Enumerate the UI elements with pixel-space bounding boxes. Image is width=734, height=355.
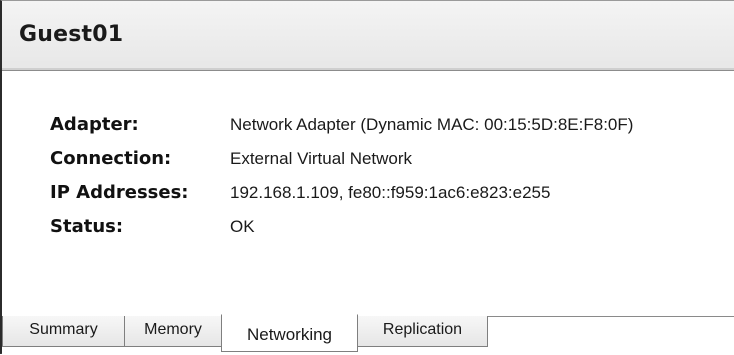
- vm-name-title: Guest01: [19, 22, 124, 47]
- networking-details: Adapter: Network Adapter (Dynamic MAC: 0…: [2, 71, 734, 316]
- detail-value: 192.168.1.109, fe80::f959:1ac6:e823:e255: [230, 183, 551, 202]
- detail-label: IP Addresses:: [50, 182, 189, 203]
- detail-value: External Virtual Network: [230, 149, 413, 168]
- detail-row-adapter: Adapter: Network Adapter (Dynamic MAC: 0…: [2, 114, 734, 146]
- tab-summary[interactable]: Summary: [2, 316, 125, 347]
- detail-label: Adapter:: [50, 114, 139, 135]
- detail-value: Network Adapter (Dynamic MAC: 00:15:5D:8…: [230, 115, 634, 134]
- detail-row-connection: Connection: External Virtual Network: [2, 148, 734, 180]
- detail-row-ip-addresses: IP Addresses: 192.168.1.109, fe80::f959:…: [2, 182, 734, 214]
- detail-value: OK: [230, 217, 255, 236]
- detail-label: Connection:: [50, 148, 172, 169]
- details-tab-bar: Summary Memory Networking Replication: [2, 314, 734, 354]
- tab-networking[interactable]: Networking: [221, 314, 358, 352]
- tab-memory[interactable]: Memory: [124, 316, 222, 347]
- vm-header: Guest01: [2, 1, 734, 71]
- detail-row-status: Status: OK: [2, 216, 734, 248]
- tab-replication[interactable]: Replication: [357, 316, 488, 347]
- vm-details-pane: Guest01 Adapter: Network Adapter (Dynami…: [0, 0, 734, 354]
- detail-label: Status:: [50, 216, 124, 237]
